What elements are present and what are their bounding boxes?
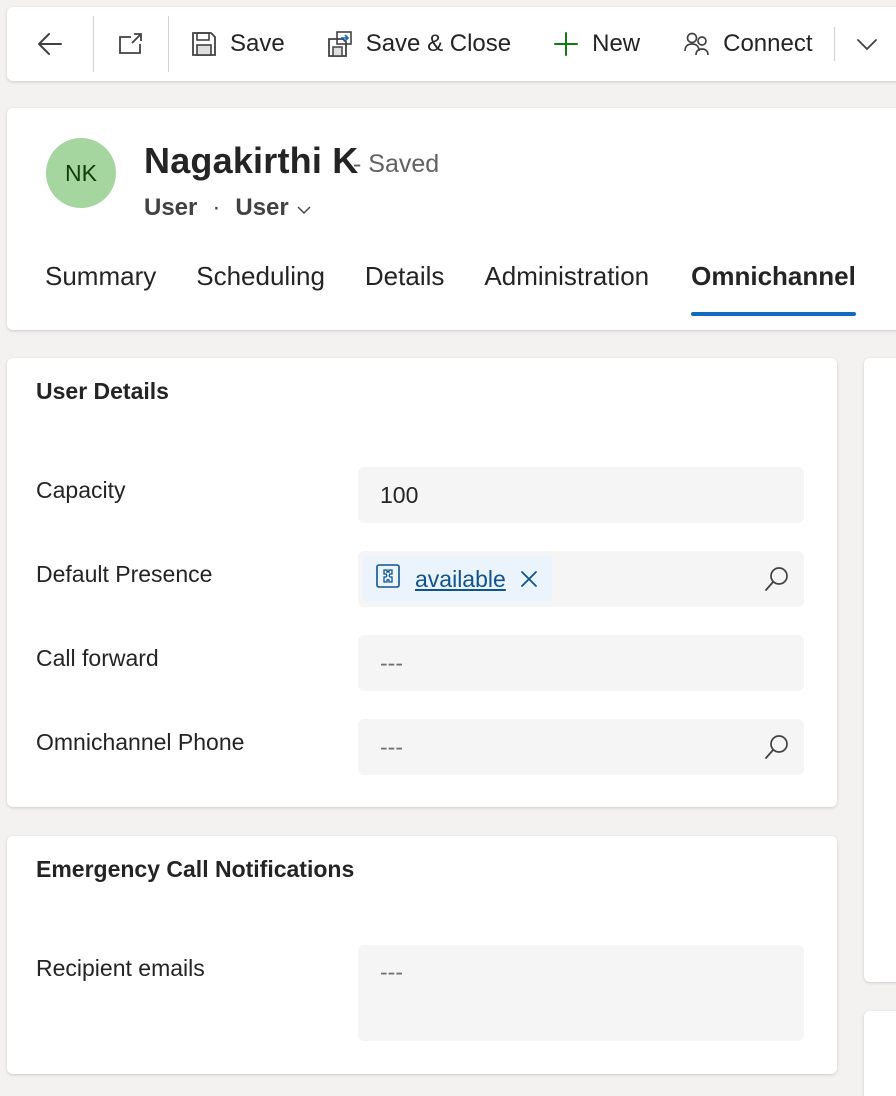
save-button[interactable]: Save bbox=[190, 7, 285, 81]
tab-administration[interactable]: Administration bbox=[484, 256, 649, 316]
emergency-call-notifications-section: Emergency Call Notifications Recipient e… bbox=[7, 836, 837, 1074]
form-tabs: Summary Scheduling Details Administratio… bbox=[45, 256, 896, 330]
connect-button[interactable]: Connect bbox=[683, 7, 813, 81]
call-forward-field[interactable]: --- bbox=[358, 635, 804, 691]
open-in-new-window-button[interactable] bbox=[94, 7, 168, 81]
open-in-new-window-icon bbox=[117, 30, 145, 58]
search-icon[interactable] bbox=[763, 565, 791, 593]
call-forward-value: --- bbox=[380, 649, 403, 676]
section-title: User Details bbox=[36, 378, 169, 404]
omnichannel-phone-label: Omnichannel Phone bbox=[36, 729, 245, 755]
connect-label: Connect bbox=[723, 30, 813, 57]
save-close-icon bbox=[326, 30, 354, 58]
save-and-close-label: Save & Close bbox=[365, 30, 512, 57]
save-icon bbox=[190, 30, 218, 58]
back-arrow-icon bbox=[36, 30, 64, 58]
side-section-card bbox=[864, 358, 896, 982]
chevron-down-icon bbox=[853, 30, 881, 58]
capacity-label: Capacity bbox=[36, 477, 126, 503]
search-icon[interactable] bbox=[763, 733, 791, 761]
connect-people-icon bbox=[683, 30, 711, 58]
recipient-emails-label: Recipient emails bbox=[36, 955, 205, 981]
default-presence-lookup[interactable]: available bbox=[358, 551, 804, 607]
avatar: NK bbox=[46, 138, 116, 208]
capacity-field[interactable]: 100 bbox=[358, 467, 804, 523]
record-name: Nagakirthi K bbox=[144, 140, 359, 181]
side-section-card bbox=[864, 1011, 896, 1096]
command-bar: Save Save & Close New Connect bbox=[7, 7, 896, 81]
recipient-emails-value: --- bbox=[380, 959, 403, 985]
tab-details[interactable]: Details bbox=[365, 256, 444, 316]
entity-breadcrumb: User · User bbox=[144, 194, 311, 222]
call-forward-label: Call forward bbox=[36, 645, 159, 671]
tab-summary[interactable]: Summary bbox=[45, 256, 156, 316]
presence-link[interactable]: available bbox=[415, 566, 506, 593]
form-selector[interactable]: User bbox=[235, 194, 288, 222]
toolbar-divider bbox=[833, 27, 835, 61]
presence-tag[interactable]: available bbox=[363, 556, 552, 602]
close-icon[interactable] bbox=[520, 570, 538, 588]
default-presence-label: Default Presence bbox=[36, 561, 213, 587]
separator-dot: · bbox=[212, 194, 221, 221]
user-details-section: User Details Capacity 100 Default Presen… bbox=[7, 358, 837, 807]
entity-name: User bbox=[144, 194, 198, 221]
omnichannel-phone-lookup[interactable]: --- bbox=[358, 719, 804, 775]
new-label: New bbox=[592, 30, 641, 57]
section-title: Emergency Call Notifications bbox=[36, 856, 355, 882]
presence-entity-icon bbox=[375, 563, 401, 595]
record-header: NK Nagakirthi K - Saved User · User Summ… bbox=[7, 108, 896, 330]
toolbar-divider bbox=[168, 16, 169, 72]
plus-icon bbox=[552, 30, 580, 58]
save-status: - Saved bbox=[353, 150, 440, 178]
save-and-close-button[interactable]: Save & Close bbox=[326, 7, 511, 81]
more-commands-button[interactable] bbox=[853, 7, 881, 81]
new-button[interactable]: New bbox=[552, 7, 640, 81]
tab-omnichannel[interactable]: Omnichannel bbox=[691, 256, 856, 316]
back-button[interactable] bbox=[7, 7, 93, 81]
save-label: Save bbox=[230, 30, 285, 57]
tab-scheduling[interactable]: Scheduling bbox=[196, 256, 325, 316]
omnichannel-phone-value: --- bbox=[380, 733, 403, 760]
recipient-emails-field[interactable]: --- bbox=[358, 945, 804, 1041]
chevron-down-icon[interactable] bbox=[297, 194, 311, 222]
capacity-value: 100 bbox=[380, 481, 419, 508]
